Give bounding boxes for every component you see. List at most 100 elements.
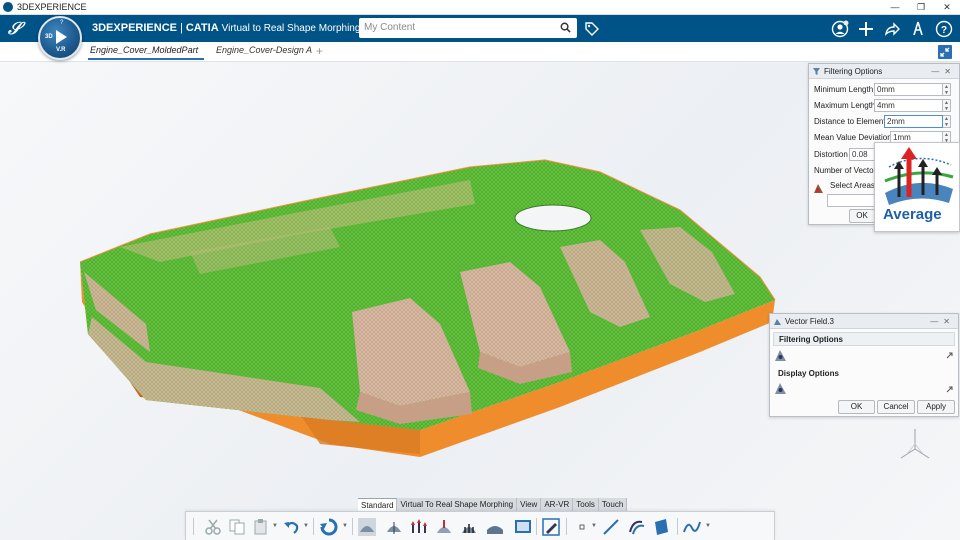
brand-separator: | [179,22,183,34]
extrude-icon[interactable] [627,518,645,536]
expand-filtering-icon[interactable] [946,352,953,359]
tab-engine-cover-moldedpart[interactable]: Engine_Cover_MoldedPart [87,45,205,60]
display-options-icon[interactable] [774,382,787,395]
min-length-spinner[interactable]: ▲ ▼ [943,83,951,96]
compass-question: ? [60,20,64,26]
distance-to-element-input[interactable]: 2mm [884,115,943,128]
morph-target-icon[interactable] [435,518,453,536]
vector-field-titlebar[interactable]: Vector Field.3 —✕ [770,314,958,329]
select-areas-icon[interactable] [813,183,824,194]
add-icon[interactable] [856,19,876,39]
vector-field-icon [774,319,781,325]
os-title-bar: 3DEXPERIENCE — ❐ ✕ [0,0,960,15]
display-section-label[interactable]: Display Options [778,369,955,378]
distance-to-element-spinner[interactable]: ▲ ▼ [943,115,951,128]
vector-field-tool-icon[interactable] [410,518,428,536]
svg-text:?: ? [941,25,947,36]
undo-icon[interactable] [283,518,301,536]
compass-3d-label: 3D [45,34,53,40]
max-length-label: Maximum Length [814,101,876,110]
distortion-label: Distortion [814,150,848,159]
point-dropdown-icon[interactable]: ▼ [591,523,597,529]
vector-apply-button[interactable]: Apply [917,400,955,414]
close-window-button[interactable]: ✕ [934,0,960,15]
max-length-spinner[interactable]: ▲ ▼ [943,99,951,112]
share-icon[interactable] [882,19,902,39]
filtering-ok-button[interactable]: OK [849,209,875,223]
distortion-input[interactable]: 0.08 [849,148,875,161]
play-icon[interactable] [56,30,67,44]
line-icon[interactable] [602,518,620,536]
tag-icon[interactable] [584,21,600,37]
compass-widget[interactable]: ? 3D V.R [38,16,82,60]
point-icon[interactable] [573,518,591,536]
tab-tools[interactable]: Tools [573,498,599,511]
copy-icon[interactable] [228,518,246,536]
distance-to-element-label: Distance to Element [814,117,886,126]
tab-virtual-to-real[interactable]: Virtual To Real Shape Morphing [397,498,518,511]
mesh-tool-icon[interactable] [358,518,376,536]
select-areas-field[interactable] [827,194,875,207]
axis-triad-icon[interactable] [897,425,933,465]
minimize-button[interactable]: — [882,0,908,15]
vector-field-dialog: Vector Field.3 —✕ Filtering Options Disp… [769,313,959,417]
compass-vr-label: V.R [56,47,66,53]
vector-field-controls[interactable]: —✕ [930,314,955,329]
brand-title: 3DEXPERIENCE | CATIA Virtual to Real Shape … [92,22,360,34]
compass-tool-icon[interactable] [908,19,928,39]
tab-ar-vr[interactable]: AR-VR [541,498,574,511]
sketch-icon[interactable] [542,518,560,536]
help-icon[interactable]: ? [934,19,954,39]
max-length-input[interactable]: 4mm [874,99,943,112]
window-controls: — ❐ ✕ [882,0,960,15]
filtering-section-label: Filtering Options [779,335,843,344]
collapse-icon[interactable] [938,45,952,59]
toolbar-separator [566,518,567,535]
tab-touch[interactable]: Touch [598,498,628,511]
search-box[interactable]: My Content [359,18,577,38]
number-of-vectors-label: Number of Vectors [814,166,881,175]
filtering-dialog-titlebar[interactable]: Filtering Options —✕ [809,64,959,79]
min-length-label: Minimum Length [814,85,874,94]
brand-catia: CATIA [185,22,219,34]
curve-dropdown-icon[interactable]: ▼ [705,523,711,529]
update-dropdown-icon[interactable]: ▼ [342,523,348,529]
ds-logo-icon: 𝒮 [8,19,22,39]
restore-button[interactable]: ❐ [908,0,934,15]
update-icon[interactable] [320,518,338,536]
vector-ok-button[interactable]: OK [838,400,875,414]
tab-view[interactable]: View [517,498,542,511]
search-icon[interactable] [560,22,571,33]
document-tabs: Engine_Cover_MoldedPart Engine_Cover-Des… [0,42,960,62]
add-tab-button[interactable]: + [316,44,323,58]
shape-morph-icon[interactable] [385,518,403,536]
average-icon [884,147,954,205]
paste-icon[interactable] [252,518,270,536]
surface-compare-icon[interactable] [486,518,504,536]
tab-engine-cover-design-a[interactable]: Engine_Cover-Design A [216,45,312,55]
toolbar-separator [352,518,353,535]
cad-import-icon[interactable] [514,518,532,536]
brand-3dexperience: 3DEXPERIENCE [92,22,177,34]
search-input[interactable]: My Content [364,22,415,33]
filtering-options-icon[interactable] [774,349,787,362]
undo-dropdown-icon[interactable]: ▼ [303,523,309,529]
average-label: Average [883,206,942,223]
expand-display-icon[interactable] [946,386,953,393]
paste-dropdown-icon[interactable]: ▼ [272,523,278,529]
surface-icon[interactable] [652,518,670,536]
min-length-input[interactable]: 0mm [874,83,943,96]
curve-icon[interactable] [683,518,701,536]
deviation-analysis-icon[interactable] [460,518,478,536]
cut-icon[interactable] [204,518,222,536]
section-tabs: Standard Virtual To Real Shape Morphing … [358,498,628,511]
user-icon[interactable] [830,19,850,39]
filtering-dialog-title: Filtering Options [824,67,883,76]
vector-cancel-button[interactable]: Cancel [877,400,915,414]
filtering-dialog-controls[interactable]: —✕ [931,64,956,79]
app-header: 𝒮 3DEXPERIENCE | CATIA Virtual to Real Shap… [0,15,960,42]
mean-value-deviation-label: Mean Value Deviation [814,133,892,142]
filtering-section-header[interactable]: Filtering Options [773,332,955,346]
toolbar-separator [677,518,678,535]
tab-standard[interactable]: Standard [358,498,398,511]
